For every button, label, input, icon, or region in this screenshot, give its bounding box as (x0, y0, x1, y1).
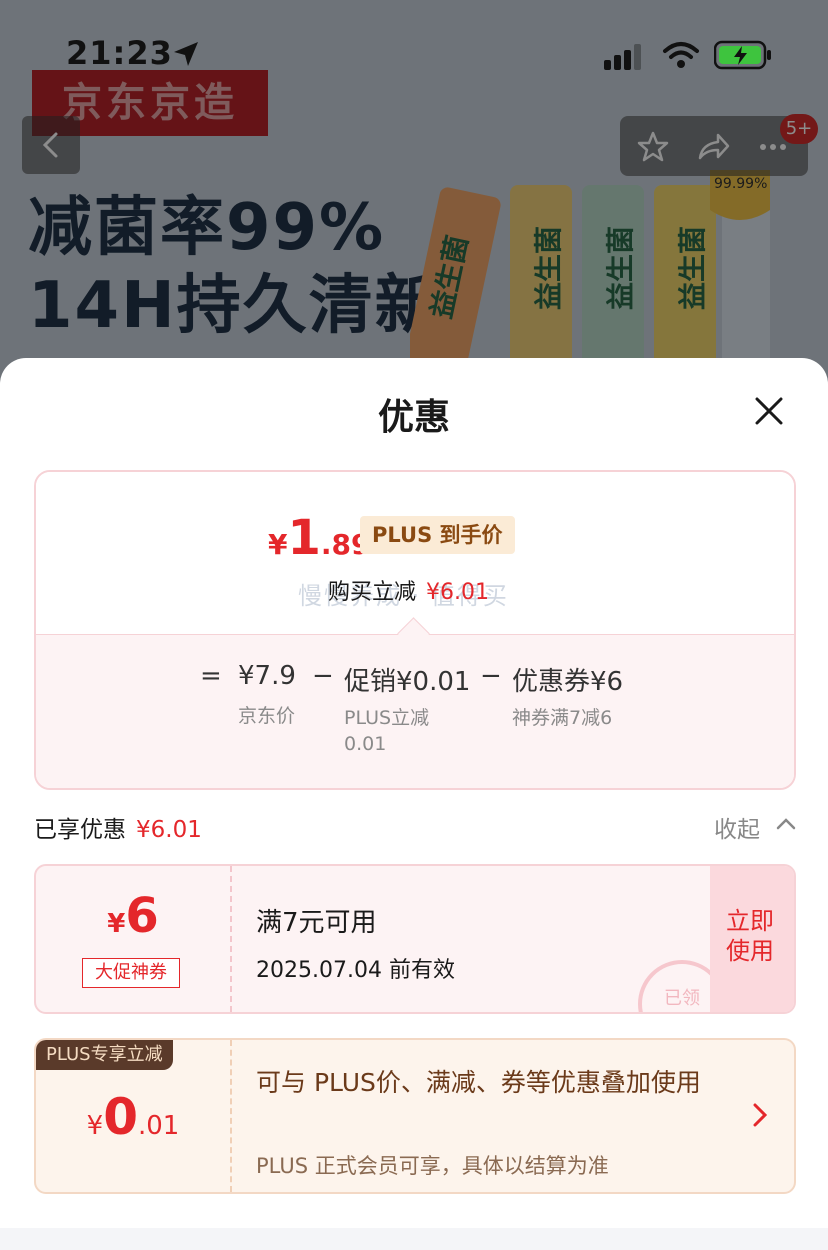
coupon-type-tag: 大促神券 (82, 958, 180, 988)
plus-description: 可与 PLUS价、满减、券等优惠叠加使用 (256, 1068, 701, 1097)
plus-discount-value: ¥0.01 (36, 1088, 230, 1146)
jd-price: ¥7.9 (238, 661, 296, 691)
wifi-icon (663, 42, 699, 68)
collapse-label: 收起 (714, 817, 760, 843)
enjoyed-label: 已享优惠 (34, 817, 126, 843)
buy-reduce-amount: ¥6.01 (426, 580, 489, 605)
minus-sign: − (480, 661, 502, 691)
plus-note: PLUS 正式会员可享，具体以结算为准 (256, 1154, 609, 1178)
plus-price-tag: PLUS 到手价 (360, 516, 515, 554)
use-now-label: 立即使用 (726, 907, 774, 965)
cellular-signal-icon (604, 44, 641, 70)
coupon-value-amount: 6 (125, 888, 159, 944)
chevron-right-icon (753, 1103, 768, 1127)
plus-amount-integer: 0 (103, 1088, 138, 1146)
minus-sign: − (312, 661, 334, 691)
price-summary-card: ¥1.89 PLUS 到手价 慢慢养成 · 值得买 购买立减 ¥6.01 = ¥7… (34, 470, 796, 790)
price-summary-top: ¥1.89 PLUS 到手价 慢慢养成 · 值得买 购买立减 ¥6.01 (36, 472, 794, 634)
final-price-integer: 1 (287, 510, 321, 566)
promo-label-amount: 0.01 (344, 733, 387, 755)
enjoyed-discount: 已享优惠 ¥6.01 (34, 810, 202, 844)
plus-discount-card[interactable]: PLUS专享立减 ¥0.01 可与 PLUS价、满减、券等优惠叠加使用 PLUS… (34, 1038, 796, 1194)
discount-sheet: 优惠 ¥1.89 PLUS 到手价 慢慢养成 · 值得买 购买立减 ¥6.01 =… (0, 358, 828, 1250)
coupon-currency: ¥ (107, 909, 126, 939)
equals-sign: = (200, 661, 222, 691)
status-time: 21:23 (66, 34, 173, 72)
sheet-bottom-spacer (0, 1228, 828, 1250)
coupon-validity: 2025.07.04 前有效 (256, 958, 455, 983)
plus-ribbon: PLUS专享立减 (36, 1040, 173, 1070)
product-page-background: 京东京造 减菌率99% 14H持久清新 益生菌 益生菌 益生菌 益生菌 99.9… (0, 0, 828, 400)
plus-card-divider (230, 1040, 232, 1192)
sheet-title: 优惠 (377, 397, 450, 438)
coupon-value: ¥6 (36, 888, 230, 944)
plus-amount-decimal: .01 (137, 1111, 180, 1141)
buy-reduce-line: 购买立减 ¥6.01 (328, 574, 489, 606)
promo-label: PLUS立减 (344, 707, 430, 729)
location-arrow-icon (174, 42, 198, 66)
coupon-amount: 优惠券¥6 (512, 667, 624, 697)
coupon-card: ¥6 大促神券 满7元可用 2025.07.04 前有效 已领 立即使用 (34, 864, 796, 1014)
promo-amount: 促销¥0.01 (344, 667, 471, 697)
final-price-currency: ¥ (268, 528, 288, 561)
collapse-toggle[interactable]: 收起 (714, 810, 796, 844)
use-now-button[interactable]: 立即使用 (710, 866, 794, 1012)
coupon-condition: 满7元可用 (256, 908, 377, 938)
price-breakdown: = ¥7.9 − 促销¥0.01 − 优惠券¥6 京东价 PLUS立减 0.01… (36, 634, 794, 788)
battery-charging-icon (714, 40, 771, 70)
chevron-up-icon (776, 818, 796, 830)
enjoyed-amount: ¥6.01 (136, 817, 202, 843)
coupon-label: 神券满7减6 (512, 707, 613, 729)
coupon-divider (230, 866, 232, 1012)
buy-reduce-label: 购买立减 (328, 580, 417, 605)
jd-price-label: 京东价 (238, 705, 296, 727)
plus-currency: ¥ (86, 1111, 104, 1141)
close-icon[interactable] (752, 394, 786, 428)
status-bar: 21:23 (0, 0, 828, 100)
final-price: ¥1.89 (268, 510, 371, 566)
